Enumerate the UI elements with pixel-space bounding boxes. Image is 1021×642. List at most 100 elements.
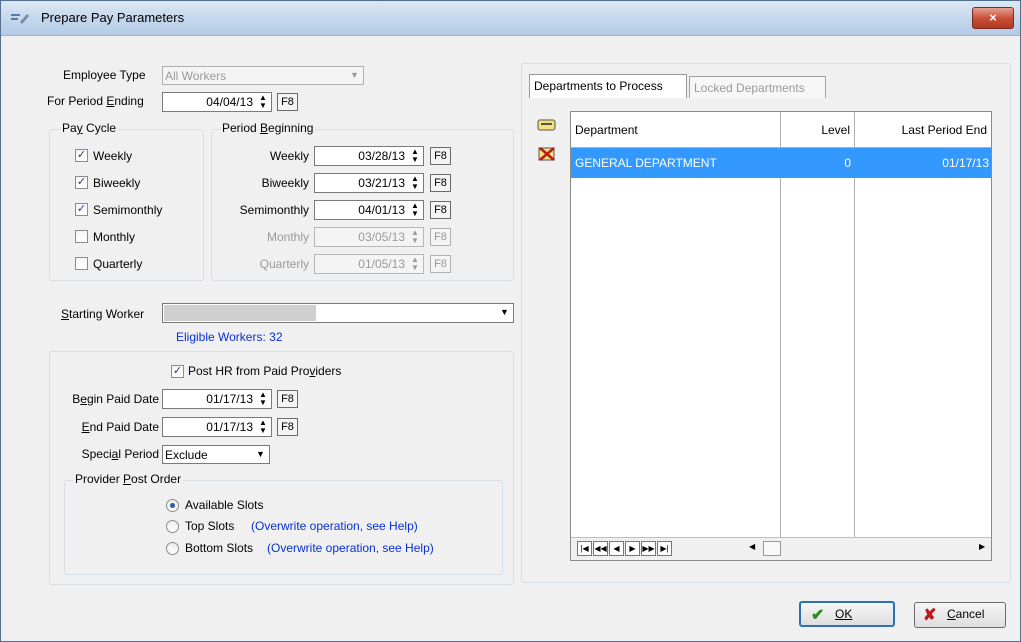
spinner-icon[interactable]: ▲ ▼: [257, 94, 269, 110]
level-cell: 0: [844, 156, 851, 170]
begin-paid-date-label: Begin Paid Date: [72, 392, 159, 406]
column-header-last-period-end[interactable]: Last Period End: [855, 112, 991, 148]
semimonthly-begin-label: Semimonthly: [239, 203, 309, 217]
tab-departments-label: Departments to Process: [534, 79, 663, 93]
monthly-checkbox[interactable]: [75, 230, 88, 243]
employee-type-value: All Workers: [165, 69, 227, 83]
cancel-label: Cancel: [947, 607, 985, 621]
previous-page-button[interactable]: ◀◀: [593, 541, 608, 556]
column-divider: [780, 148, 781, 540]
close-button[interactable]: ×: [972, 7, 1014, 29]
monthly-begin-f8-button: F8: [430, 228, 451, 246]
chevron-down-icon: ▼: [500, 307, 509, 317]
quarterly-checkbox[interactable]: [75, 257, 88, 270]
biweekly-cycle-label: Biweekly: [93, 176, 141, 190]
quarterly-begin-field: 01/05/13 ▲ ▼: [314, 254, 424, 274]
end-paid-date-label: End Paid Date: [81, 420, 159, 434]
weekly-begin-f8-button[interactable]: F8: [430, 147, 451, 165]
biweekly-checkbox[interactable]: ✓: [75, 176, 88, 189]
weekly-begin-label: Weekly: [269, 149, 309, 163]
weekly-checkbox[interactable]: ✓: [75, 149, 88, 162]
chevron-down-icon: ▼: [256, 449, 265, 459]
quarterly-cycle-label: Quarterly: [93, 257, 143, 271]
add-department-icon[interactable]: [537, 117, 557, 133]
departments-grid: Department Level Last Period End GENERAL…: [570, 111, 992, 561]
begin-paid-date-f8-button[interactable]: F8: [277, 390, 298, 408]
scroll-left-icon[interactable]: ◀: [749, 542, 755, 551]
special-period-select[interactable]: Exclude ▼: [162, 445, 270, 464]
available-slots-radio[interactable]: [166, 499, 179, 512]
end-paid-date-f8-button[interactable]: F8: [277, 418, 298, 436]
biweekly-begin-field[interactable]: 03/21/13 ▲ ▼: [314, 173, 424, 193]
weekly-begin-field[interactable]: 03/28/13 ▲ ▼: [314, 146, 424, 166]
end-paid-date-field[interactable]: 01/17/13 ▲ ▼: [162, 417, 272, 437]
employee-type-select[interactable]: All Workers ▼: [162, 66, 364, 85]
next-page-button[interactable]: ▶▶: [641, 541, 656, 556]
spinner-icon[interactable]: ▲ ▼: [409, 202, 421, 218]
spinner-icon: ▲ ▼: [411, 255, 419, 272]
spinner-icon[interactable]: ▲ ▼: [257, 419, 269, 435]
dialog-body: Employee Type All Workers ▼ For Period E…: [9, 37, 1012, 641]
end-paid-date-value: 01/17/13: [206, 420, 253, 434]
tab-departments-to-process[interactable]: Departments to Process: [529, 74, 687, 98]
semimonthly-checkbox[interactable]: ✓: [75, 203, 88, 216]
period-beginning-title: Period Beginning: [220, 121, 316, 135]
bottom-slots-help-link[interactable]: (Overwrite operation, see Help): [267, 541, 434, 555]
tab-locked-departments[interactable]: Locked Departments: [689, 76, 826, 98]
semimonthly-cycle-label: Semimonthly: [93, 203, 163, 217]
delete-department-icon[interactable]: [537, 145, 557, 163]
horizontal-scrollbar-thumb[interactable]: [763, 541, 781, 556]
semimonthly-begin-field[interactable]: 04/01/13 ▲ ▼: [314, 200, 424, 220]
close-icon: ×: [989, 10, 997, 25]
monthly-cycle-label: Monthly: [93, 230, 136, 244]
quarterly-begin-label: Quarterly: [259, 257, 309, 271]
post-hr-checkbox[interactable]: ✓: [171, 365, 184, 378]
available-slots-label: Available Slots: [185, 498, 264, 512]
top-slots-label: Top Slots: [185, 519, 235, 533]
spinner-icon[interactable]: ▲ ▼: [409, 175, 421, 191]
cancel-button[interactable]: ✘ Cancel: [914, 602, 1006, 628]
edit-form-icon: [11, 14, 29, 24]
last-period-end-cell: 01/17/13: [942, 156, 989, 170]
provider-post-order-title: Provider Post Order: [73, 472, 184, 486]
first-record-button[interactable]: |◀: [577, 541, 592, 556]
monthly-begin-value: 03/05/13: [358, 230, 405, 244]
semimonthly-begin-f8-button[interactable]: F8: [430, 201, 451, 219]
table-row[interactable]: GENERAL DEPARTMENT 0 01/17/13: [571, 148, 991, 178]
weekly-cycle-label: Weekly: [93, 149, 133, 163]
biweekly-begin-f8-button[interactable]: F8: [430, 174, 451, 192]
last-record-button[interactable]: ▶|: [657, 541, 672, 556]
period-ending-field[interactable]: 04/04/13 ▲ ▼: [162, 92, 272, 112]
spinner-icon[interactable]: ▲ ▼: [409, 148, 421, 164]
monthly-begin-label: Monthly: [266, 230, 309, 244]
bottom-slots-radio[interactable]: [166, 542, 179, 555]
begin-paid-date-value: 01/17/13: [206, 392, 253, 406]
previous-record-button[interactable]: ◀: [609, 541, 624, 556]
top-slots-help-link[interactable]: (Overwrite operation, see Help): [251, 519, 418, 533]
spinner-icon: ▲ ▼: [411, 228, 419, 245]
grid-navigation-bar: |◀ ◀◀ ◀ ▶ ▶▶ ▶| ◀ ▶: [571, 537, 991, 560]
column-divider: [854, 148, 855, 540]
eligible-workers-count: Eligible Workers: 32: [176, 330, 283, 344]
special-period-value: Exclude: [165, 448, 208, 462]
biweekly-begin-value: 03/21/13: [358, 176, 405, 190]
spinner-icon[interactable]: ▲ ▼: [257, 391, 269, 407]
column-header-level[interactable]: Level: [781, 112, 855, 148]
window-title: Prepare Pay Parameters: [41, 10, 185, 25]
dialog-window: Prepare Pay Parameters × Employee Type A…: [0, 0, 1021, 642]
top-slots-radio[interactable]: [166, 520, 179, 533]
ok-button[interactable]: ✔ OK: [799, 601, 895, 627]
next-record-button[interactable]: ▶: [625, 541, 640, 556]
quarterly-begin-value: 01/05/13: [358, 257, 405, 271]
monthly-begin-field: 03/05/13 ▲ ▼: [314, 227, 424, 247]
starting-worker-select[interactable]: ▼: [162, 303, 514, 323]
period-ending-label: For Period Ending: [47, 94, 144, 108]
pay-cycle-title: Pay Cycle: [60, 121, 119, 135]
scroll-right-icon[interactable]: ▶: [979, 542, 985, 551]
ok-label: OK: [835, 607, 853, 621]
begin-paid-date-field[interactable]: 01/17/13 ▲ ▼: [162, 389, 272, 409]
checkmark-icon: ✔: [811, 607, 825, 624]
special-period-label: Special Period: [81, 447, 159, 461]
period-ending-f8-button[interactable]: F8: [277, 93, 298, 111]
column-header-department[interactable]: Department: [571, 112, 781, 148]
